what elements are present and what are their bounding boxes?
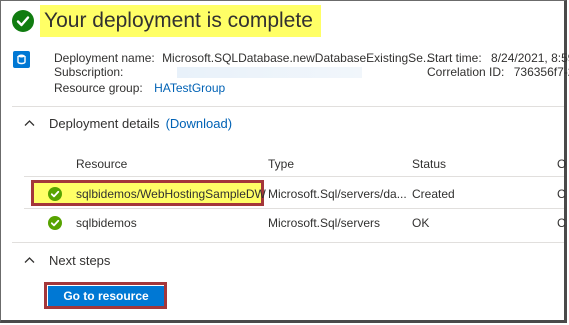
success-check-icon [48, 216, 62, 230]
operation-link[interactable]: C [557, 216, 566, 230]
correlation-id-value: 736356f7-2 [513, 65, 569, 79]
correlation-id-row: Correlation ID: 736356f7-2 [427, 64, 569, 81]
column-header-status[interactable]: Status [412, 157, 446, 171]
start-time-value: 8/24/2021, 8:59 [491, 51, 569, 65]
header: Your deployment is complete [12, 5, 321, 37]
divider [12, 242, 564, 243]
chevron-up-icon[interactable] [24, 118, 35, 130]
deployment-name-value: Microsoft.SQLDatabase.newDatabaseExistin… [162, 51, 433, 65]
resource-link[interactable]: sqlbidemos/WebHostingSampleDW [76, 187, 266, 201]
subscription-label: Subscription: [54, 65, 124, 79]
table-header-divider [24, 176, 564, 177]
next-steps-header[interactable]: Next steps [24, 253, 110, 268]
correlation-id-label: Correlation ID: [427, 65, 505, 79]
resource-group-label: Resource group: [54, 81, 143, 95]
start-time-label: Start time: [427, 51, 482, 65]
title-highlight: Your deployment is complete [40, 5, 321, 37]
deployment-name-label: Deployment name: [54, 51, 155, 65]
go-to-resource-button[interactable]: Go to resource [48, 286, 164, 306]
download-link[interactable]: (Download) [166, 116, 232, 131]
resource-type: Microsoft.Sql/servers [268, 216, 381, 230]
resource-group-row: Resource group: HATestGroup [54, 80, 225, 97]
resource-group-link[interactable]: HATestGroup [154, 81, 225, 95]
divider [12, 106, 564, 107]
operation-link[interactable]: C [557, 187, 566, 201]
column-header-resource[interactable]: Resource [76, 157, 127, 171]
resource-type: Microsoft.Sql/servers/da... [268, 187, 407, 201]
deployment-icon [13, 51, 30, 68]
subscription-row: Subscription: [54, 64, 362, 81]
chevron-up-icon[interactable] [24, 255, 35, 267]
column-header-operation[interactable]: O [557, 157, 566, 171]
subscription-redacted [176, 67, 362, 79]
success-check-icon [48, 187, 62, 201]
page-title: Your deployment is complete [44, 9, 313, 32]
check-circle-icon [12, 10, 34, 32]
column-header-type[interactable]: Type [268, 157, 294, 171]
resource-status: Created [412, 187, 455, 201]
resource-status: OK [412, 216, 430, 230]
row-divider [24, 208, 564, 209]
resource-link[interactable]: sqlbidemos [76, 216, 137, 230]
deployment-details-header[interactable]: Deployment details (Download) [24, 116, 232, 131]
next-steps-heading: Next steps [49, 253, 111, 268]
deployment-details-heading: Deployment details [49, 116, 160, 131]
